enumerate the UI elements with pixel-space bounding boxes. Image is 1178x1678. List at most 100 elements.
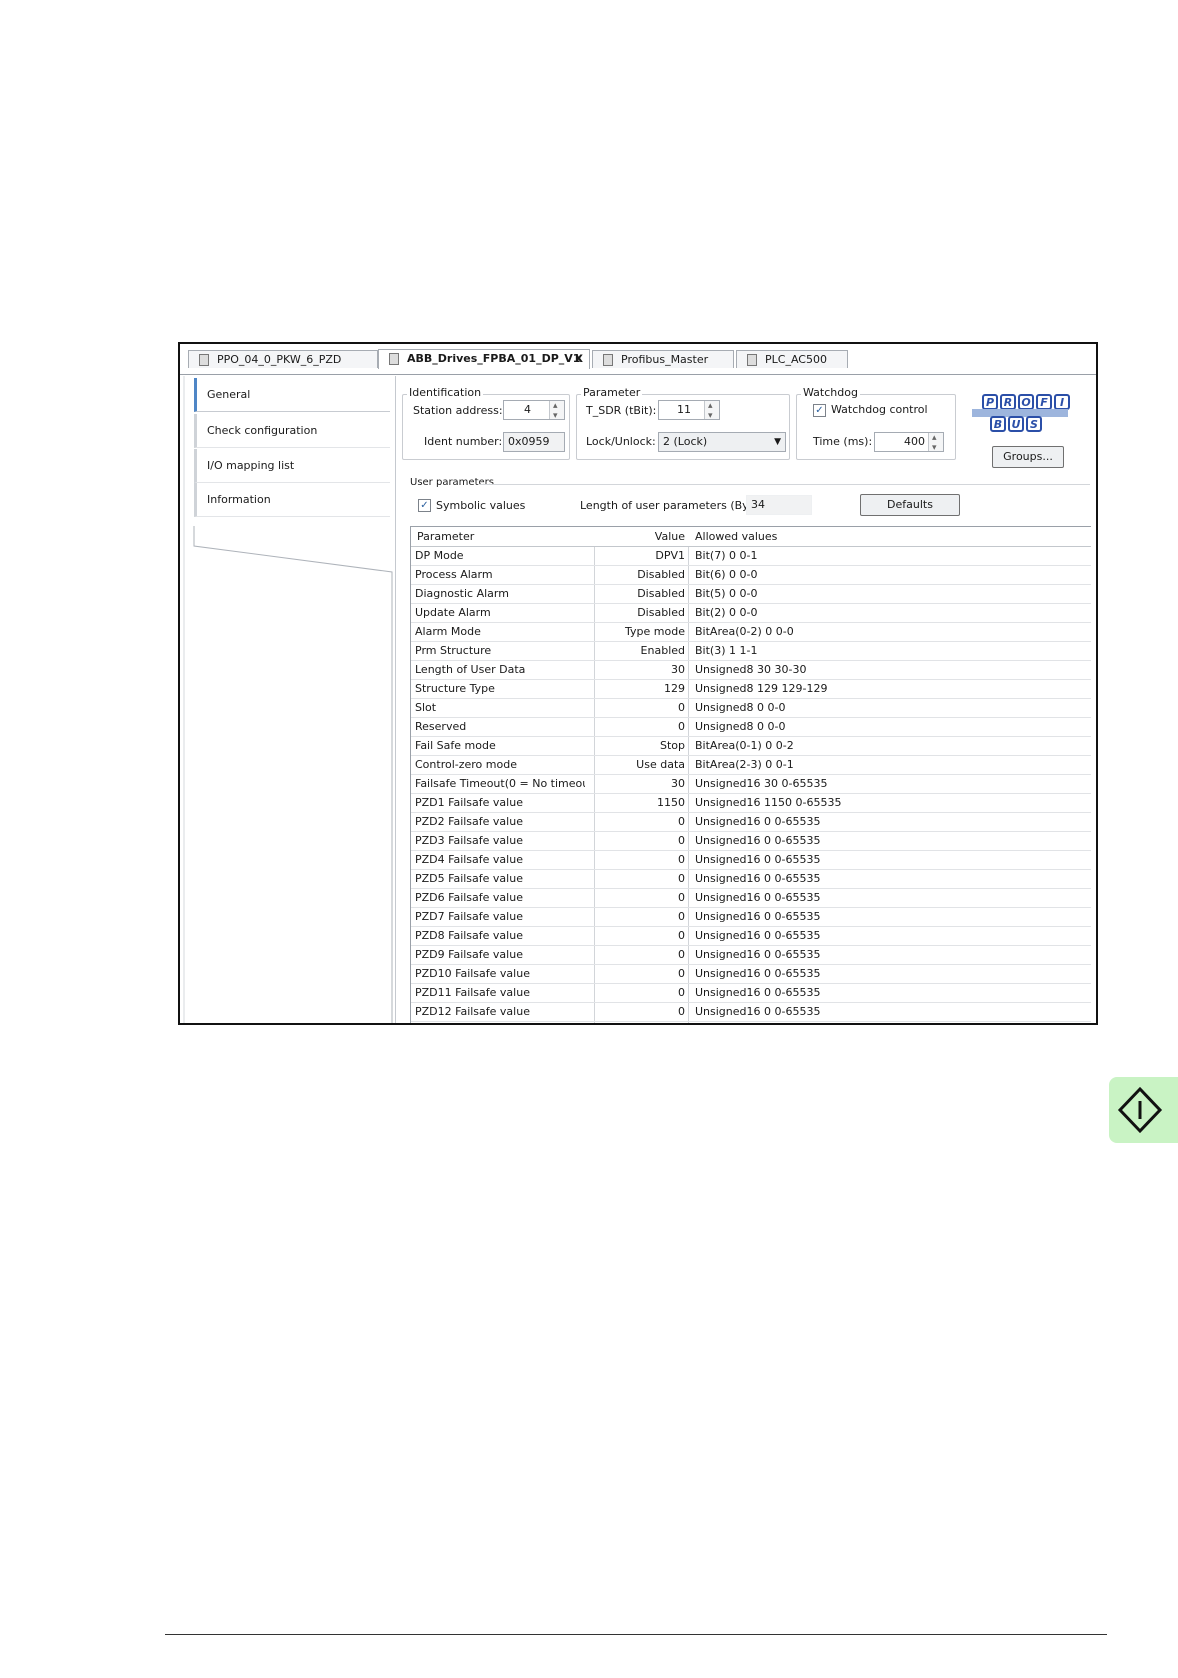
cell-allowed-values: Unsigned8 0 0-0 [695, 701, 786, 714]
grid-header: Parameter Value Allowed values [411, 527, 1091, 547]
logo-letter: U [1008, 416, 1024, 432]
spin-arrows-icon[interactable] [704, 397, 719, 425]
cell-allowed-values: Unsigned16 0 0-65535 [695, 1005, 821, 1018]
cell-value: 30 [671, 663, 685, 676]
parameter-title: Parameter [581, 386, 643, 399]
cell-allowed-values: Unsigned16 0 0-65535 [695, 986, 821, 999]
close-icon[interactable]: x [575, 350, 583, 368]
table-row[interactable]: PZD7 Failsafe value 0 Unsigned16 0 0-65535 [411, 907, 1091, 927]
user-parameters-grid: Parameter Value Allowed values DP Mode DP… [410, 526, 1091, 1023]
table-row[interactable]: PZD11 Failsafe value 0 Unsigned16 0 0-6553… [411, 983, 1091, 1003]
sidebar-item-io-mapping[interactable]: I/O mapping list [194, 449, 390, 483]
cell-value: 0 [678, 720, 685, 733]
cell-value: Type mode [625, 625, 685, 638]
tab-profibus-master[interactable]: Profibus_Master [592, 350, 734, 368]
cell-allowed-values: Unsigned8 0 0-0 [695, 720, 786, 733]
table-row[interactable]: PZD12 Failsafe value 0 Unsigned16 0 0-6553… [411, 1002, 1091, 1022]
cell-allowed-values: Unsigned8 129 129-129 [695, 682, 828, 695]
table-row[interactable]: PZD8 Failsafe value 0 Unsigned16 0 0-65535 [411, 926, 1091, 946]
cell-parameter: Structure Type [415, 682, 495, 695]
table-row[interactable]: PZD10 Failsafe value 0 Unsigned16 0 0-6553… [411, 964, 1091, 984]
watchdog-title: Watchdog [801, 386, 860, 399]
table-row[interactable]: Slot 0 Unsigned8 0 0-0 [411, 698, 1091, 718]
cell-value: 0 [678, 834, 685, 847]
station-address-stepper[interactable]: 4 [503, 397, 565, 425]
table-row[interactable]: Failsafe Timeout(0 = No timeout) 30 Unsign… [411, 774, 1091, 794]
cell-value: 0 [678, 910, 685, 923]
table-row[interactable]: PZD4 Failsafe value 0 Unsigned16 0 0-65535 [411, 850, 1091, 870]
cell-allowed-values: Unsigned16 0 0-65535 [695, 948, 821, 961]
symbolic-values-label: Symbolic values [436, 499, 526, 512]
cell-parameter: PZD7 Failsafe value [415, 910, 523, 923]
table-row[interactable]: PZD2 Failsafe value 0 Unsigned16 0 0-65535 [411, 812, 1091, 832]
cell-parameter: Failsafe Timeout(0 = No timeout) [415, 777, 585, 790]
cell-parameter: Prm Structure [415, 644, 492, 657]
table-row[interactable]: Process Alarm Disabled Bit(6) 0 0-0 [411, 565, 1091, 585]
cell-parameter: PZD10 Failsafe value [415, 967, 530, 980]
cell-allowed-values: Unsigned16 30 0-65535 [695, 777, 828, 790]
sidebar: General Check configuration I/O mapping … [180, 376, 396, 1023]
watchdog-control-checkbox[interactable]: ✓ [813, 404, 826, 417]
cell-allowed-values: Bit(6) 0 0-0 [695, 568, 758, 581]
table-row[interactable]: Fail Safe mode Stop BitArea(0-1) 0 0-2 [411, 736, 1091, 756]
groups-button[interactable]: Groups... [992, 446, 1064, 468]
station-address-value: 4 [524, 403, 531, 416]
spin-arrows-icon[interactable] [549, 397, 564, 425]
tab-plc[interactable]: PLC_AC500 [736, 350, 848, 368]
identification-title: Identification [407, 386, 484, 399]
sidebar-item-label: Information [207, 493, 271, 506]
cell-value: Stop [659, 739, 685, 752]
spin-arrows-icon[interactable] [928, 429, 943, 457]
margin-tab [1109, 1077, 1178, 1143]
table-row[interactable]: DP Mode DPV1 Bit(7) 0 0-1 [411, 546, 1091, 566]
table-row[interactable]: Diagnostic Alarm Disabled Bit(5) 0 0-0 [411, 584, 1091, 604]
table-row[interactable]: Alarm Mode Type mode BitArea(0-2) 0 0-0 [411, 622, 1091, 642]
cell-parameter: PZD3 Failsafe value [415, 834, 523, 847]
table-row[interactable]: Reserved 0 Unsigned8 0 0-0 [411, 717, 1091, 737]
screenshot-frame: PPO_04_0_PKW_6_PZD ABB_Drives_FPBA_01_DP… [178, 342, 1098, 1025]
table-row[interactable]: PZD5 Failsafe value 0 Unsigned16 0 0-65535 [411, 869, 1091, 889]
editor-tab-strip: PPO_04_0_PKW_6_PZD ABB_Drives_FPBA_01_DP… [180, 344, 1096, 375]
table-row[interactable]: Length of User Data 30 Unsigned8 30 30-30 [411, 660, 1091, 680]
watchdog-time-stepper[interactable]: 400 [874, 429, 944, 457]
cell-parameter: PZD6 Failsafe value [415, 891, 523, 904]
table-row[interactable]: PZD9 Failsafe value 0 Unsigned16 0 0-65535 [411, 945, 1091, 965]
cell-parameter: Process Alarm [415, 568, 493, 581]
table-row[interactable]: Prm Structure Enabled Bit(3) 1 1-1 [411, 641, 1091, 661]
tab-abb-drives[interactable]: ABB_Drives_FPBA_01_DP_V1 x [378, 349, 590, 369]
ident-number-field: 0x0959 [503, 432, 565, 452]
cell-parameter: Diagnostic Alarm [415, 587, 509, 600]
lock-unlock-label: Lock/Unlock: [586, 435, 656, 448]
cell-parameter: Reserved [415, 720, 467, 733]
table-row[interactable]: Update Alarm Disabled Bit(2) 0 0-0 [411, 603, 1091, 623]
logo-letter: S [1026, 416, 1042, 432]
cell-parameter: PZD12 Failsafe value [415, 1005, 530, 1018]
table-row[interactable]: Structure Type 129 Unsigned8 129 129-129 [411, 679, 1091, 699]
sidebar-item-label: General [207, 388, 251, 401]
tab-ppo[interactable]: PPO_04_0_PKW_6_PZD [188, 350, 378, 368]
lock-unlock-select[interactable]: 2 (Lock) ▼ [658, 432, 786, 452]
cell-value: DPV1 [655, 549, 685, 562]
cell-parameter: Control-zero mode [415, 758, 517, 771]
cell-allowed-values: Unsigned16 0 0-65535 [695, 872, 821, 885]
table-row[interactable]: PZD1 Failsafe value 1150 Unsigned16 1150 0… [411, 793, 1091, 813]
tsdr-stepper[interactable]: 11 [658, 397, 720, 425]
cell-allowed-values: Bit(3) 1 1-1 [695, 644, 758, 657]
cell-value: Enabled [640, 644, 685, 657]
sidebar-item-general[interactable]: General [194, 378, 390, 412]
cell-value: Disabled [637, 606, 685, 619]
cell-parameter: DP Mode [415, 549, 464, 562]
sidebar-item-label: I/O mapping list [207, 459, 295, 472]
sidebar-item-check-configuration[interactable]: Check configuration [194, 414, 390, 448]
logo-letter: O [1018, 394, 1034, 410]
table-row[interactable]: Control-zero mode Use data BitArea(2-3) 0 … [411, 755, 1091, 775]
symbolic-values-checkbox[interactable]: ✓ [418, 499, 431, 512]
table-row[interactable]: PZD3 Failsafe value 0 Unsigned16 0 0-65535 [411, 831, 1091, 851]
defaults-button[interactable]: Defaults [860, 494, 960, 516]
cell-value: Use data [636, 758, 685, 771]
cell-allowed-values: Unsigned16 0 0-65535 [695, 891, 821, 904]
sidebar-item-information[interactable]: Information [194, 483, 390, 517]
cell-allowed-values: Unsigned16 1150 0-65535 [695, 796, 842, 809]
cell-value: 0 [678, 853, 685, 866]
table-row[interactable]: PZD6 Failsafe value 0 Unsigned16 0 0-65535 [411, 888, 1091, 908]
